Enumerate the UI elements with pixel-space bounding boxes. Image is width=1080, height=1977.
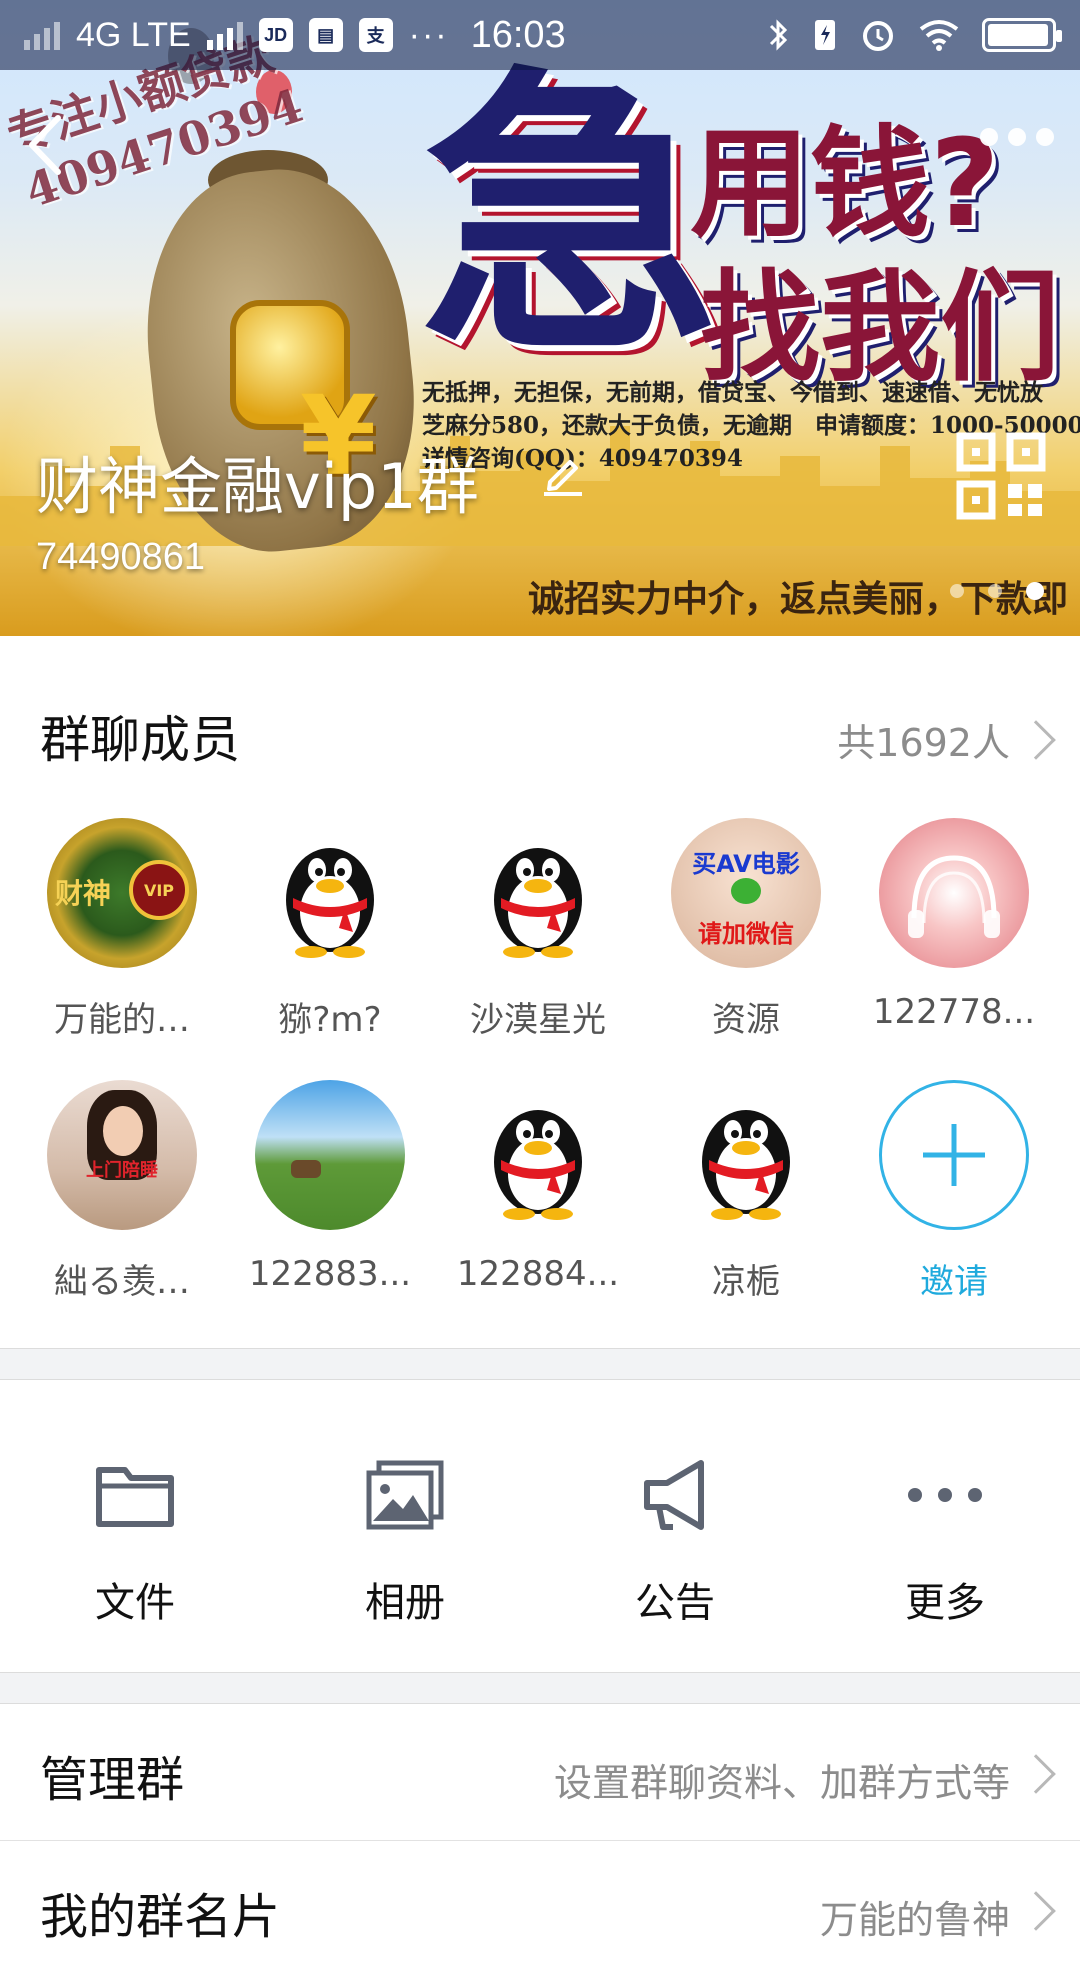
dot <box>1008 128 1026 146</box>
manage-group-row[interactable]: 管理群 设置群聊资料、加群方式等 <box>0 1704 1080 1840</box>
member-count[interactable]: 共1692人 <box>837 712 1010 767</box>
dot <box>1036 128 1054 146</box>
more-notifications-icon: ··· <box>408 15 449 54</box>
invite-label: 邀请 <box>920 1262 988 1302</box>
group-name: 财神金融vip1群 <box>36 450 479 523</box>
status-bar: 4G LTE JD ▤ 支 ··· 16:03 <box>0 0 1080 70</box>
wifi-icon <box>919 20 959 51</box>
member-item[interactable]: 猕?m? <box>226 818 434 1058</box>
signal-strength-icon <box>24 20 60 50</box>
member-name: 凉栀 <box>712 1262 780 1302</box>
row-value: 设置群聊资料、加群方式等 <box>553 1761 1010 1805</box>
dot <box>980 128 998 146</box>
signal-strength-icon <box>206 20 243 50</box>
member-item[interactable]: 凉栀 <box>642 1080 850 1320</box>
member-name: 122883... <box>248 1254 412 1294</box>
avatar: 买AV电影 请加微信 <box>671 818 821 968</box>
clock: 16:03 <box>470 13 566 56</box>
wechat-icon <box>731 878 761 904</box>
qq-penguin-icon <box>494 848 582 958</box>
more-options-button[interactable] <box>980 128 1070 158</box>
avatar <box>255 818 405 968</box>
pager-dot <box>950 584 964 598</box>
plus-icon <box>923 1124 985 1186</box>
section-divider <box>0 1348 1080 1380</box>
group-actions: 文件 相册 公告 更多 <box>0 1380 1080 1670</box>
avatar <box>463 1080 613 1230</box>
member-item[interactable]: 122778... <box>850 818 1058 1058</box>
more-actions-button[interactable]: 更多 <box>810 1380 1080 1670</box>
member-name: 122778... <box>872 992 1036 1032</box>
chevron-right-icon <box>1016 1891 1056 1931</box>
avatar-photo-shape <box>103 1106 143 1156</box>
qq-penguin-icon <box>702 1110 790 1220</box>
back-arrow-icon[interactable] <box>18 110 78 180</box>
edit-pencil-icon[interactable] <box>538 448 588 498</box>
avatar <box>463 818 613 968</box>
alarm-icon <box>863 21 893 51</box>
member-grid: 财神 VIP 万能的… 猕?m? 沙漠星光 买AV电影 请加微信 资源 1227… <box>0 818 1080 1320</box>
avatar-ad-text: 请加微信 <box>698 920 794 948</box>
headphone-icon <box>908 855 1000 938</box>
more-dots-icon <box>900 1450 990 1540</box>
member-name: 沙漠星光 <box>470 1000 606 1040</box>
alipay-app-icon: 支 <box>358 18 393 52</box>
member-name: 絀る羡… <box>54 1262 190 1302</box>
member-item[interactable]: 122884... <box>434 1080 642 1320</box>
megaphone-icon <box>630 1450 720 1540</box>
album-button[interactable]: 相册 <box>270 1380 540 1670</box>
album-label: 相册 <box>365 1580 445 1626</box>
invite-member-button[interactable]: 邀请 <box>850 1080 1058 1320</box>
row-value: 万能的鲁神 <box>819 1898 1010 1942</box>
pager-dot <box>988 584 1002 598</box>
network-type: 4G LTE <box>76 15 191 54</box>
avatar <box>671 1080 821 1230</box>
avatar-photo-shape <box>291 1160 321 1178</box>
album-icon <box>360 1450 450 1540</box>
files-label: 文件 <box>95 1580 175 1626</box>
more-label: 更多 <box>905 1580 985 1626</box>
avatar-ad-text: 上门陪睡 <box>86 1160 158 1181</box>
avatar-caishen-text: 财神 <box>55 877 112 910</box>
banner-headline-big: 急 <box>420 43 720 392</box>
files-button[interactable]: 文件 <box>0 1380 270 1670</box>
banner-copy-line: 无抵押，无担保，无前期，借贷宝、今借到、速速借、无忧放 <box>422 379 1043 406</box>
avatar <box>879 818 1029 968</box>
member-name: 122884... <box>456 1254 620 1294</box>
member-item[interactable]: 沙漠星光 <box>434 818 642 1058</box>
qq-penguin-icon <box>494 1110 582 1220</box>
avatar-ad-text: 买AV电影 <box>692 850 800 878</box>
folder-icon <box>90 1450 180 1540</box>
qq-penguin-icon <box>286 848 374 958</box>
avatar: 上门陪睡 <box>47 1080 197 1230</box>
avatar <box>255 1080 405 1230</box>
members-section-title: 群聊成员 <box>40 711 240 769</box>
member-item[interactable]: 财神 VIP 万能的… <box>18 818 226 1058</box>
member-name: 资源 <box>712 1000 780 1040</box>
member-item[interactable]: 买AV电影 请加微信 资源 <box>642 818 850 1058</box>
member-name: 猕?m? <box>278 1000 382 1040</box>
row-title: 我的群名片 <box>40 1889 281 1945</box>
carousel-pager <box>950 582 1044 600</box>
member-item[interactable]: 上门陪睡 絀る羡… <box>18 1080 226 1320</box>
avatar <box>879 1080 1029 1230</box>
avatar: 财神 VIP <box>47 818 197 968</box>
bluetooth-icon <box>769 19 788 51</box>
announcement-label: 公告 <box>635 1580 715 1626</box>
row-title: 管理群 <box>40 1752 185 1808</box>
announcement-button[interactable]: 公告 <box>540 1380 810 1670</box>
avatar-vip-badge: VIP <box>129 860 189 920</box>
chevron-right-icon <box>1016 1754 1056 1794</box>
jd-app-icon: JD <box>258 18 293 52</box>
group-id: 74490861 <box>36 536 206 578</box>
battery-icon <box>982 18 1062 52</box>
gallery-app-icon: ▤ <box>308 18 343 52</box>
qr-code-icon[interactable] <box>956 432 1046 520</box>
vibrate-icon <box>815 20 835 50</box>
member-name: 万能的… <box>54 1000 190 1040</box>
pager-dot-active <box>1026 582 1044 600</box>
my-group-card-row[interactable]: 我的群名片 万能的鲁神 <box>0 1841 1080 1977</box>
section-divider <box>0 1672 1080 1704</box>
member-item[interactable]: 122883... <box>226 1080 434 1320</box>
